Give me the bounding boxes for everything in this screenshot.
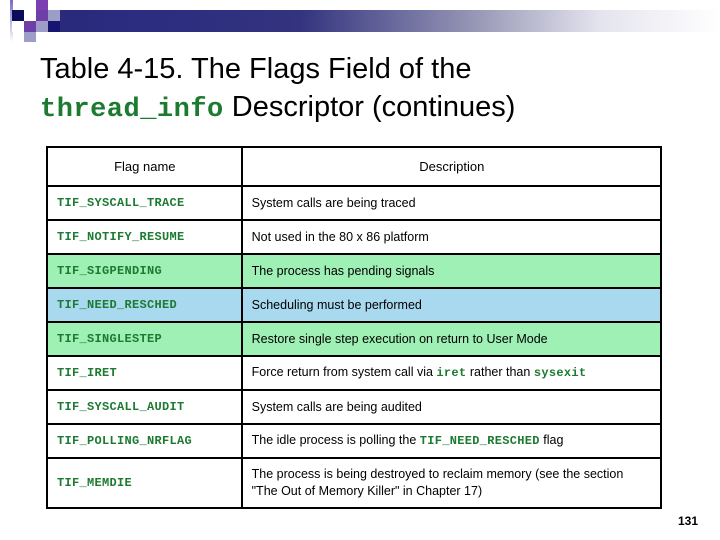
- description-text: Scheduling must be performed: [251, 297, 422, 312]
- table-row: TIF_SINGLESTEP Restore single step execut…: [46, 321, 663, 357]
- table-row: TIF_SYSCALL_TRACE System calls are being …: [46, 185, 663, 221]
- cell-description: The idle process is polling the TIF_NEED…: [240, 423, 663, 459]
- table-row: TIF_POLLING_NRFLAG The idle process is po…: [46, 423, 663, 459]
- description-text: flag: [539, 433, 564, 447]
- table-header: Flag name Description: [46, 146, 663, 187]
- cell-description: System calls are being audited: [240, 389, 663, 425]
- cell-flag-name: TIF_SYSCALL_TRACE: [46, 185, 243, 221]
- column-header-flag-name: Flag name: [46, 146, 243, 187]
- cell-flag-name: TIF_SINGLESTEP: [46, 321, 243, 357]
- column-header-description: Description: [240, 146, 663, 187]
- cell-description: The process has pending signals: [240, 253, 663, 289]
- cell-description: System calls are being traced: [240, 185, 663, 221]
- description-text: The idle process is polling the: [251, 433, 420, 447]
- flag-name-text: TIF_SYSCALL_TRACE: [57, 196, 185, 210]
- description-text: System calls are being traced: [251, 195, 416, 210]
- decorative-square: [24, 21, 36, 32]
- cell-description: The process is being destroyed to reclai…: [240, 457, 663, 509]
- flag-name-text: TIF_NEED_RESCHED: [57, 298, 178, 312]
- table-row: TIF_MEMDIE The process is being destroyed…: [46, 457, 663, 509]
- table-body: TIF_SYSCALL_TRACE System calls are being …: [46, 185, 663, 509]
- page-title: Table 4-15. The Flags Field of the threa…: [40, 50, 680, 129]
- table-row: TIF_IRET Force return from system call vi…: [46, 355, 663, 391]
- title-line-2-rest: Descriptor (continues): [223, 91, 516, 123]
- cell-flag-name: TIF_SYSCALL_AUDIT: [46, 389, 243, 425]
- table-row: TIF_NEED_RESCHED Scheduling must be perfo…: [46, 287, 663, 323]
- flags-table: Flag name Description TIF_SYSCALL_TRACE S…: [46, 146, 663, 509]
- flag-name-text: TIF_SINGLESTEP: [57, 332, 163, 346]
- cell-description: Scheduling must be performed: [240, 287, 663, 323]
- flag-name-text: TIF_SYSCALL_AUDIT: [57, 400, 185, 414]
- inline-code-token: TIF_NEED_RESCHED: [419, 434, 540, 448]
- table-row: TIF_NOTIFY_RESUME Not used in the 80 x 86…: [46, 219, 663, 255]
- decorative-square: [36, 0, 48, 10]
- cell-flag-name: TIF_POLLING_NRFLAG: [46, 423, 243, 459]
- inline-code-token: iret: [436, 366, 467, 380]
- decorative-square: [12, 21, 24, 32]
- page-number: 131: [677, 514, 698, 528]
- cell-flag-name: TIF_SIGPENDING: [46, 253, 243, 289]
- title-line-1: Table 4-15. The Flags Field of the: [40, 53, 472, 85]
- flag-name-text: TIF_POLLING_NRFLAG: [57, 434, 193, 448]
- decorative-square: [48, 10, 60, 21]
- cell-flag-name: TIF_NOTIFY_RESUME: [46, 219, 243, 255]
- cell-description: Restore single step execution on return …: [240, 321, 663, 357]
- decorative-square: [36, 10, 48, 21]
- description-text: The process is being destroyed to reclai…: [251, 467, 624, 498]
- description-text: Force return from system call via: [251, 365, 437, 379]
- cell-flag-name: TIF_MEMDIE: [46, 457, 243, 509]
- cell-flag-name: TIF_IRET: [46, 355, 243, 391]
- decorative-square: [24, 10, 36, 21]
- cell-flag-name: TIF_NEED_RESCHED: [46, 287, 243, 323]
- description-text: rather than: [466, 365, 534, 379]
- cell-description: Not used in the 80 x 86 platform: [240, 219, 663, 255]
- table-header-row: Flag name Description: [46, 146, 663, 187]
- flag-name-text: TIF_SIGPENDING: [57, 264, 163, 278]
- decorative-square: [36, 21, 48, 32]
- table-row: TIF_SIGPENDING The process has pending si…: [46, 253, 663, 289]
- description-text: System calls are being audited: [251, 399, 422, 414]
- flag-name-text: TIF_MEMDIE: [57, 476, 133, 490]
- gradient-bar: [0, 10, 720, 32]
- title-code-token: thread_info: [40, 95, 224, 125]
- title-line-2: thread_info Descriptor (continues): [40, 88, 680, 129]
- flag-name-text: TIF_IRET: [57, 366, 118, 380]
- decorative-square: [24, 32, 36, 42]
- decorative-square: [12, 10, 24, 21]
- flag-name-text: TIF_NOTIFY_RESUME: [57, 230, 185, 244]
- description-text: Not used in the 80 x 86 platform: [251, 229, 429, 244]
- slide-decoration-header: [0, 0, 720, 42]
- cell-description: Force return from system call via iret r…: [240, 355, 663, 391]
- inline-code-token: sysexit: [533, 366, 587, 380]
- table-row: TIF_SYSCALL_AUDIT System calls are being …: [46, 389, 663, 425]
- description-text: Restore single step execution on return …: [251, 331, 548, 346]
- description-text: The process has pending signals: [251, 263, 435, 278]
- decorative-square: [48, 21, 60, 32]
